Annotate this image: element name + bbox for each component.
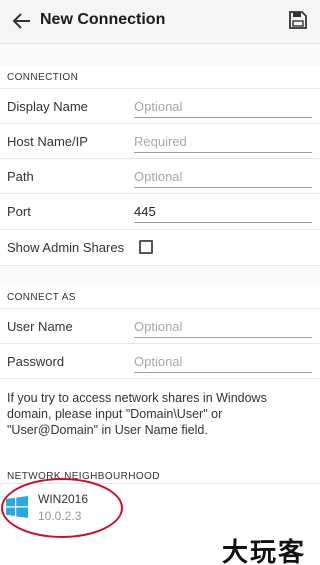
host-row: Host Name/IP Required [0,123,320,158]
host-input[interactable]: Required [134,133,312,153]
user-name-label: User Name [7,319,73,334]
password-label: Password [7,354,65,369]
page-title: New Connection [40,11,166,28]
path-label: Path [7,169,34,184]
admin-shares-checkbox[interactable] [139,240,153,254]
app-bar: New Connection [0,0,320,44]
section-label-connect-as: CONNECT AS [7,292,76,303]
display-name-input[interactable]: Optional [134,98,312,118]
domain-hint-text: If you try to access network shares in W… [7,391,267,437]
port-label: Port [7,204,31,219]
save-disk-icon[interactable] [289,11,307,29]
host-label: Host Name/IP [7,134,88,149]
password-input[interactable]: Optional [134,353,312,373]
port-row: Port 445 [0,193,320,228]
display-name-row: Display Name Optional [0,88,320,123]
admin-shares-label: Show Admin Shares [7,240,125,255]
user-name-row: User Name Optional [0,308,320,343]
path-row: Path Optional [0,158,320,193]
arrow-left-icon[interactable] [10,9,34,33]
watermark-logo: 大玩客 [222,537,307,565]
path-input[interactable]: Optional [134,168,312,188]
annotation-circle [1,478,123,538]
section-spacer [0,44,320,66]
admin-shares-row: Show Admin Shares [0,229,320,264]
section-spacer [0,265,320,285]
section-label-connection: CONNECTION [7,72,79,83]
display-name-label: Display Name [7,99,88,114]
port-input[interactable]: 445 [134,203,312,223]
password-row: Password Optional [0,343,320,379]
user-name-input[interactable]: Optional [134,318,312,338]
